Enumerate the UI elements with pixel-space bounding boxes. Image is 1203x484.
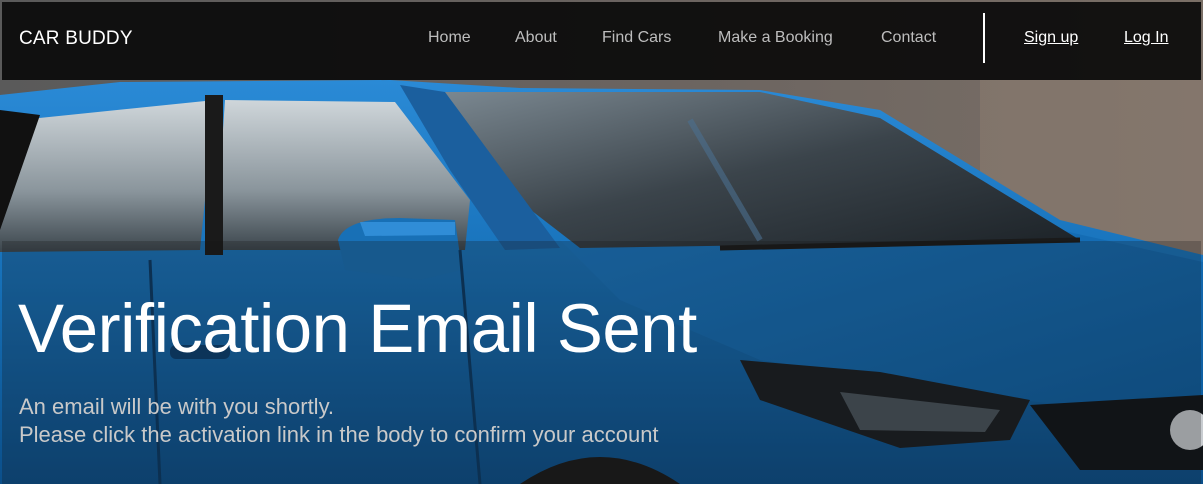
signup-link[interactable]: Sign up xyxy=(1024,29,1078,47)
navbar: CAR BUDDY Home About Find Cars Make a Bo… xyxy=(2,2,1201,80)
brand-logo[interactable]: CAR BUDDY xyxy=(19,28,133,50)
nav-item-about[interactable]: About xyxy=(515,29,557,47)
nav-item-make-a-booking[interactable]: Make a Booking xyxy=(718,29,833,47)
nav-item-home[interactable]: Home xyxy=(428,29,471,47)
nav-item-find-cars[interactable]: Find Cars xyxy=(602,29,671,47)
login-link[interactable]: Log In xyxy=(1124,29,1168,47)
nav-item-contact[interactable]: Contact xyxy=(881,29,936,47)
hero-message-line-2: Please click the activation link in the … xyxy=(19,422,659,447)
hero-message-line-1: An email will be with you shortly. xyxy=(19,394,335,419)
page-title: Verification Email Sent xyxy=(18,290,697,367)
nav-divider xyxy=(983,13,985,63)
page: CAR BUDDY Home About Find Cars Make a Bo… xyxy=(0,0,1203,484)
